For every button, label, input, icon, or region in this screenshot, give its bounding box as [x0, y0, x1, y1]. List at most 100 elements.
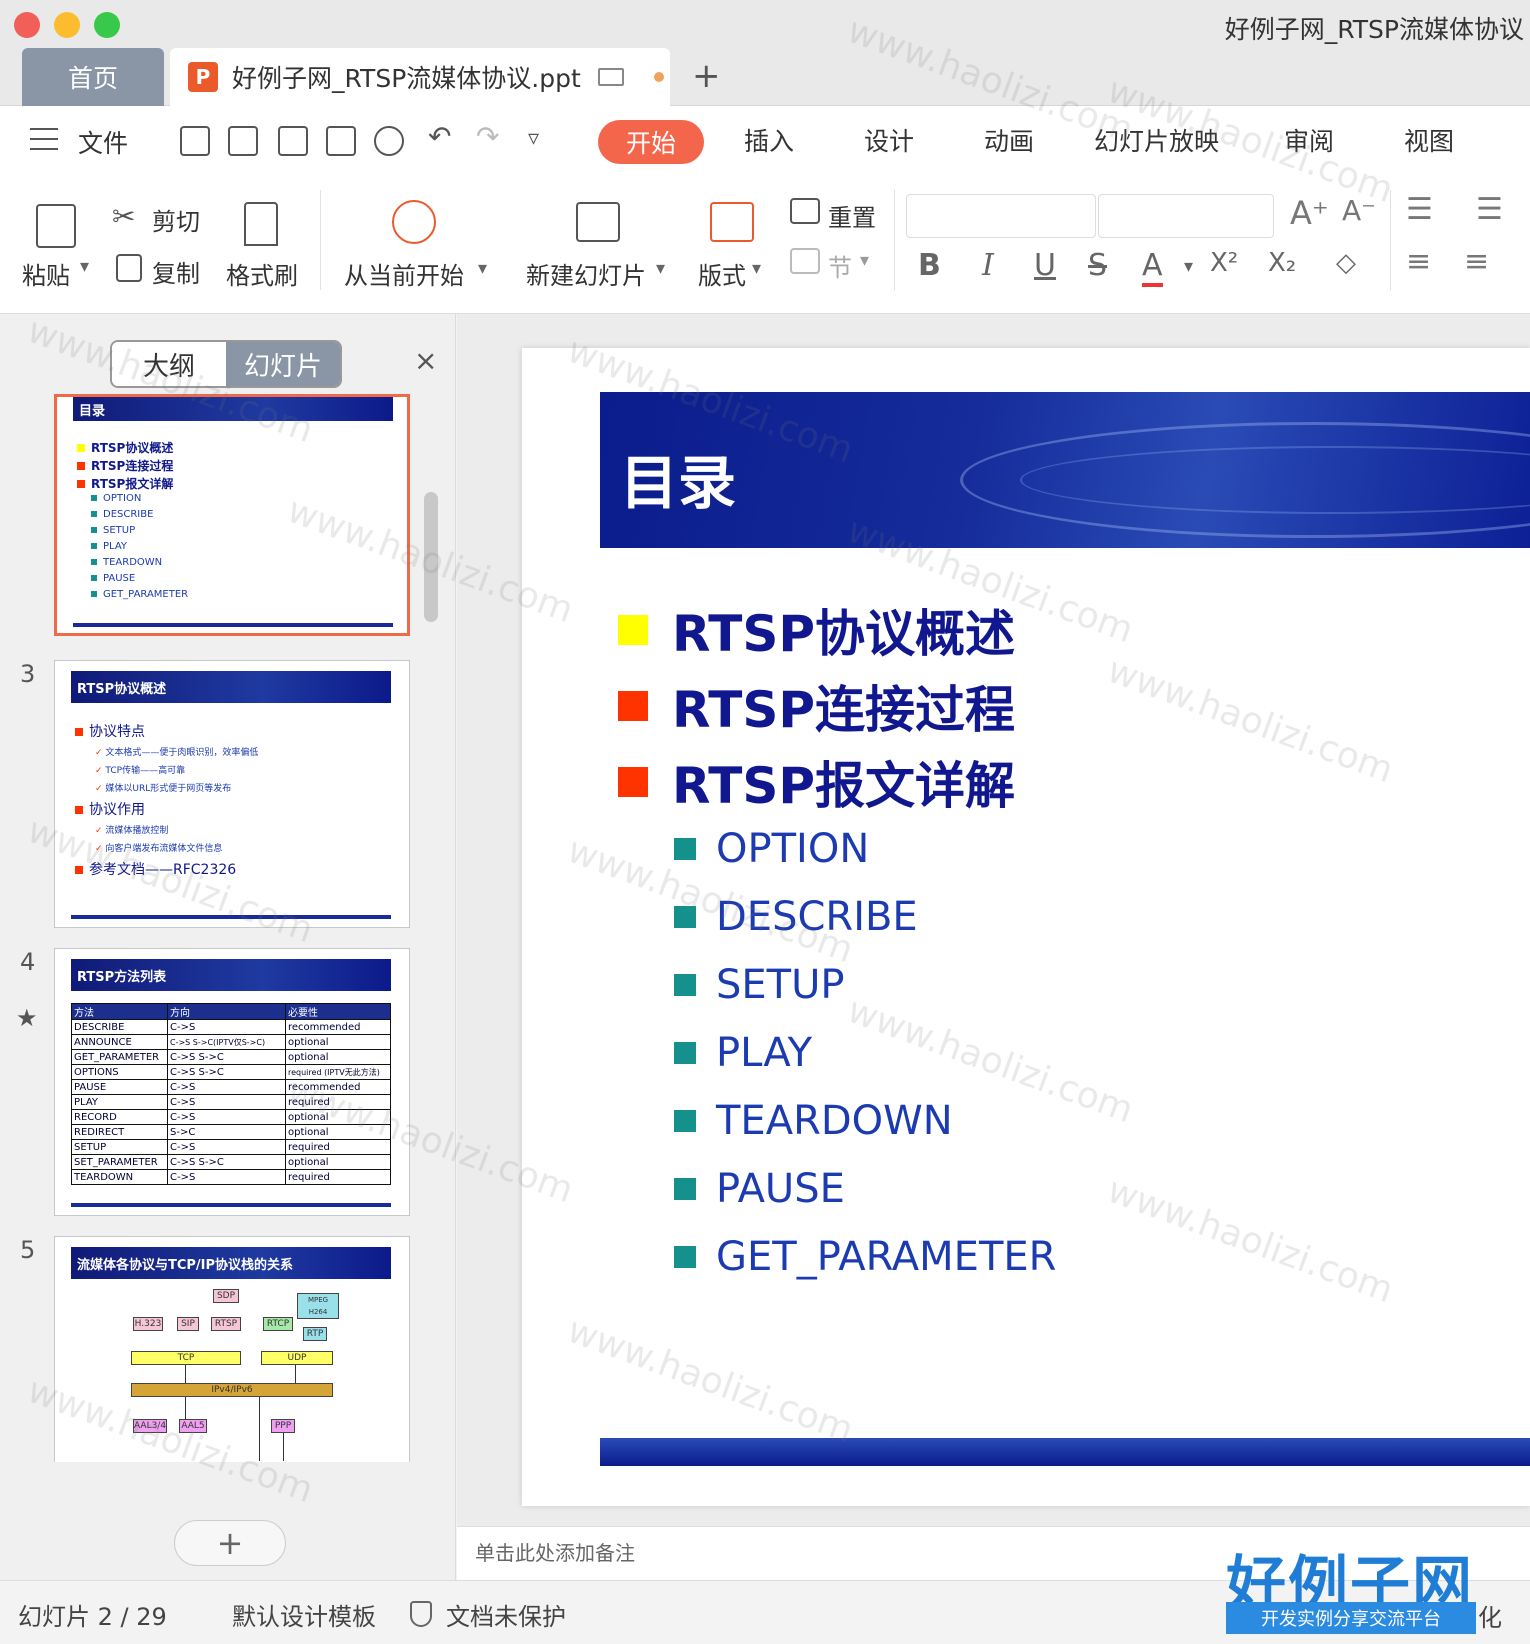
- play-dropdown-icon[interactable]: ▾: [478, 258, 487, 279]
- current-slide[interactable]: 目录 RTSP协议概述 RTSP连接过程 RTSP报文详解 OPTION DES…: [522, 348, 1530, 1506]
- layout-dropdown-icon[interactable]: ▾: [752, 258, 761, 279]
- bullet-level2[interactable]: TEARDOWN: [674, 1098, 953, 1144]
- slide-thumbnail-3[interactable]: RTSP协议概述 协议特点 ✓ 文本格式——便于肉眼识别，效率偏低 ✓ TCP传…: [54, 660, 410, 928]
- bullet-list-icon[interactable]: ☰: [1406, 192, 1433, 227]
- undo-icon[interactable]: ↶: [428, 120, 451, 153]
- slide-thumbnail-2[interactable]: 目录 RTSP协议概述 RTSP连接过程 RTSP报文详解 OPTION DES…: [54, 394, 410, 636]
- bullet-level1[interactable]: RTSP协议概述: [618, 594, 1015, 666]
- font-name-select[interactable]: [906, 194, 1096, 238]
- bullet-level2[interactable]: DESCRIBE: [674, 894, 918, 940]
- bullet-level2[interactable]: SETUP: [674, 962, 845, 1008]
- thumb-footer-bar: [73, 623, 393, 627]
- window-maximize-button[interactable]: [94, 12, 120, 38]
- ribbon-divider: [1390, 190, 1391, 290]
- tab-start[interactable]: 开始: [598, 120, 705, 164]
- new-slide-dropdown-icon[interactable]: ▾: [656, 258, 665, 279]
- print-icon[interactable]: [326, 126, 356, 156]
- section-dropdown-icon[interactable]: ▾: [860, 250, 869, 271]
- layout-icon[interactable]: [710, 202, 754, 242]
- format-painter-icon[interactable]: [244, 202, 278, 246]
- font-color-button[interactable]: A: [1142, 248, 1163, 287]
- align-left-icon[interactable]: ≡: [1406, 244, 1431, 279]
- table-cell: optional: [285, 1124, 391, 1140]
- customize-toolbar-icon[interactable]: ▿: [528, 126, 539, 151]
- bullet-level1[interactable]: RTSP连接过程: [618, 670, 1015, 742]
- table-cell: SET_PARAMETER: [71, 1154, 168, 1170]
- section-icon[interactable]: [790, 248, 820, 274]
- copy-button[interactable]: 复制: [152, 254, 200, 289]
- tab-slides[interactable]: 幻灯片: [226, 342, 340, 386]
- slide-thumbnail-4[interactable]: RTSP方法列表 方法 方向 必要性 DESCRIBE C->S recommend…: [54, 948, 410, 1216]
- window-minimize-button[interactable]: [54, 12, 80, 38]
- menu-file[interactable]: 文件: [78, 124, 128, 160]
- close-panel-icon[interactable]: ×: [414, 344, 437, 377]
- cut-button[interactable]: 剪切: [152, 202, 200, 237]
- slide-title[interactable]: 目录: [620, 436, 736, 520]
- format-painter-button[interactable]: 格式刷: [226, 256, 298, 291]
- design-template-button[interactable]: 默认设计模板: [232, 1597, 376, 1632]
- new-slide-button[interactable]: 新建幻灯片: [526, 256, 646, 291]
- play-from-current-icon[interactable]: [392, 200, 436, 244]
- font-color-dropdown-icon[interactable]: ▾: [1184, 256, 1193, 277]
- tab-design[interactable]: 设计: [864, 122, 914, 158]
- window-close-button[interactable]: [14, 12, 40, 38]
- tab-animation[interactable]: 动画: [984, 122, 1034, 158]
- paste-button[interactable]: 粘贴: [22, 256, 70, 291]
- table-cell: required: [285, 1094, 391, 1110]
- bullet-level2[interactable]: PAUSE: [674, 1166, 845, 1212]
- tab-document[interactable]: P 好例子网_RTSP流媒体协议.ppt: [170, 48, 670, 106]
- reset-icon[interactable]: [790, 198, 820, 224]
- redo-icon[interactable]: ↷: [476, 120, 499, 153]
- clear-format-icon[interactable]: ◇: [1336, 248, 1356, 278]
- bullet-level2[interactable]: PLAY: [674, 1030, 812, 1076]
- add-slide-button[interactable]: +: [174, 1520, 286, 1566]
- play-from-current-button[interactable]: 从当前开始: [344, 256, 464, 291]
- thumb-footer-bar: [71, 915, 391, 919]
- notes-placeholder[interactable]: 单击此处添加备注: [475, 1537, 635, 1566]
- bullet-level2[interactable]: OPTION: [674, 826, 869, 872]
- subscript-icon[interactable]: X₂: [1268, 248, 1296, 278]
- document-tab-label: 好例子网_RTSP流媒体协议.ppt: [232, 64, 581, 93]
- tab-home[interactable]: 首页: [22, 48, 164, 106]
- reset-button[interactable]: 重置: [828, 198, 876, 233]
- bold-button[interactable]: B: [918, 248, 941, 283]
- tab-view[interactable]: 视图: [1404, 122, 1454, 158]
- underline-button[interactable]: U: [1034, 248, 1056, 283]
- tab-insert[interactable]: 插入: [744, 122, 794, 158]
- italic-button[interactable]: I: [982, 248, 994, 283]
- tab-outline[interactable]: 大纲: [112, 342, 226, 386]
- panel-scrollbar[interactable]: [424, 412, 440, 1522]
- superscript-icon[interactable]: X²: [1210, 248, 1238, 278]
- monitor-icon[interactable]: [598, 68, 624, 86]
- section-button[interactable]: 节: [828, 248, 852, 283]
- thumb-item: ✓ TCP传输——高可靠: [95, 766, 186, 776]
- numbered-list-icon[interactable]: ☰: [1476, 192, 1503, 227]
- increase-font-icon[interactable]: A⁺: [1290, 194, 1329, 232]
- save-icon[interactable]: [228, 126, 258, 156]
- strikethrough-button[interactable]: S: [1088, 248, 1107, 283]
- decrease-font-icon[interactable]: A⁻: [1342, 194, 1376, 227]
- table-cell: C->S S->C: [167, 1064, 286, 1080]
- thumb-item: PLAY: [91, 541, 127, 552]
- slide-thumbnail-5[interactable]: 流媒体各协议与TCP/IP协议栈的关系 SDP MPEG H264 H.323 …: [54, 1236, 410, 1462]
- bullet-square-icon: [674, 974, 696, 996]
- scrollbar-thumb[interactable]: [424, 492, 438, 622]
- new-slide-icon[interactable]: [576, 202, 620, 242]
- paste-dropdown-icon[interactable]: ▾: [80, 256, 89, 277]
- open-folder-icon[interactable]: [180, 126, 210, 156]
- hamburger-menu-icon[interactable]: [30, 128, 58, 150]
- font-size-select[interactable]: [1098, 194, 1274, 238]
- bullet-level2[interactable]: GET_PARAMETER: [674, 1234, 1056, 1280]
- print-preview-icon[interactable]: [374, 126, 404, 156]
- export-pdf-icon[interactable]: [278, 126, 308, 156]
- paste-icon[interactable]: [36, 204, 76, 248]
- copy-icon[interactable]: [116, 254, 142, 282]
- bullet-level1[interactable]: RTSP报文详解: [618, 746, 1015, 818]
- tab-review[interactable]: 审阅: [1284, 122, 1334, 158]
- new-tab-button[interactable]: +: [692, 56, 721, 96]
- document-protection-status[interactable]: 文档未保护: [446, 1597, 566, 1632]
- tab-slideshow[interactable]: 幻灯片放映: [1094, 122, 1219, 158]
- align-center-icon[interactable]: ≡: [1464, 244, 1489, 279]
- cut-icon[interactable]: ✂: [112, 200, 135, 233]
- layout-button[interactable]: 版式: [698, 256, 746, 291]
